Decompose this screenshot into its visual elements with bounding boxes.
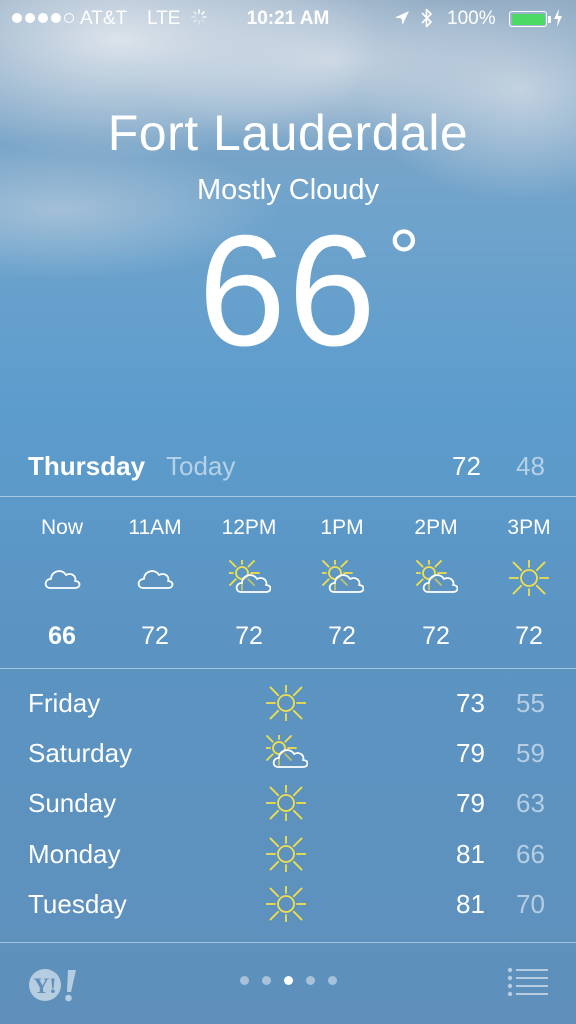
daily-row: Friday 73 55 (0, 680, 576, 730)
cloud-icon (135, 560, 175, 594)
page-dot-active[interactable] (284, 976, 293, 985)
daily-high: 81 (456, 889, 485, 919)
today-high: 72 (452, 451, 481, 481)
daily-low: 70 (516, 889, 545, 919)
page-dot[interactable] (306, 976, 315, 985)
sun-icon (266, 886, 306, 922)
bluetooth-icon (421, 8, 433, 28)
hourly-time: 2PM (414, 516, 458, 539)
today-summary-row: Thursday Today 72 48 (0, 440, 576, 496)
hourly-time: 1PM (320, 516, 364, 539)
today-low: 48 (516, 451, 545, 481)
hourly-temp: 72 (235, 622, 263, 650)
divider (0, 942, 576, 943)
daily-low: 63 (516, 788, 545, 818)
partly-sunny-icon (322, 560, 364, 594)
daily-row: Sunday 79 63 (0, 780, 576, 830)
hourly-temp: 66 (48, 622, 76, 650)
partly-sunny-icon (416, 560, 458, 594)
charging-bolt-icon (553, 8, 563, 28)
hourly-temp: 72 (141, 622, 169, 650)
daily-high: 81 (456, 839, 485, 869)
hourly-time: 11AM (128, 516, 182, 539)
page-dot[interactable] (328, 976, 337, 985)
battery-icon (509, 11, 547, 27)
daily-day: Friday (28, 688, 101, 718)
battery-percent: 100% (447, 8, 496, 29)
list-icon[interactable] (506, 966, 550, 996)
daily-row: Monday 81 66 (0, 831, 576, 881)
divider (0, 496, 576, 497)
page-indicator[interactable] (240, 976, 337, 985)
sun-icon (266, 836, 306, 872)
degree-symbol: ° (387, 213, 422, 302)
bottom-toolbar: Y! (0, 944, 576, 1024)
daily-low: 59 (516, 738, 545, 768)
sun-icon (266, 785, 306, 821)
current-temperature-block: 66 ° (0, 212, 576, 370)
daily-day: Saturday (28, 738, 133, 768)
city-name: Fort Lauderdale (107, 105, 469, 161)
sun-icon (509, 560, 549, 596)
partly-sunny-icon (266, 735, 308, 771)
daily-high: 73 (456, 688, 485, 718)
daily-day: Tuesday (28, 889, 127, 919)
daily-row: Tuesday 81 70 (0, 881, 576, 931)
daily-high: 79 (456, 788, 485, 818)
battery-terminal (548, 16, 551, 23)
status-bar: AT&T LTE 10:21 AM 100% (0, 0, 576, 40)
daily-day: Sunday (28, 788, 117, 818)
hourly-temp: 72 (422, 622, 450, 650)
hourly-temp: 72 (328, 622, 356, 650)
page-dot[interactable] (240, 976, 249, 985)
daily-day: Monday (28, 839, 121, 869)
hourly-temp: 72 (515, 622, 543, 650)
today-day-name: Thursday (28, 451, 146, 481)
svg-text:Y!: Y! (33, 973, 56, 998)
sun-icon (266, 685, 306, 721)
today-label: Today (166, 451, 236, 481)
yahoo-logo[interactable]: Y! (28, 968, 82, 1002)
daily-low: 66 (516, 839, 545, 869)
page-dot[interactable] (262, 976, 271, 985)
partly-sunny-icon (229, 560, 271, 594)
hourly-time: Now (40, 516, 83, 539)
daily-row: Saturday 79 59 (0, 730, 576, 780)
divider (0, 668, 576, 669)
current-temperature: 66 ° (198, 212, 420, 370)
daily-high: 79 (456, 738, 485, 768)
hourly-time: 3PM (507, 516, 551, 539)
hourly-time: 12PM (221, 516, 277, 539)
current-temperature-value: 66 (198, 203, 378, 379)
hourly-forecast[interactable]: Now 66 11AM 72 12PM 72 1PM 72 2PM 72 3PM… (0, 498, 576, 668)
cloud-icon (42, 560, 82, 594)
location-arrow-icon (394, 10, 410, 26)
daily-low: 55 (516, 688, 545, 718)
